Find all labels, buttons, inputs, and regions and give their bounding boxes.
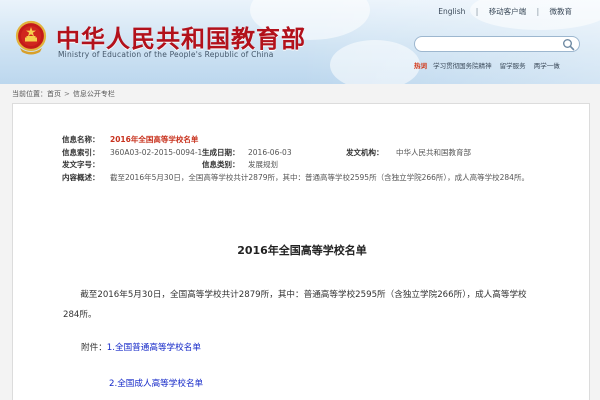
meta-row-docno: 发文字号： 信息类别： 发展规划 bbox=[62, 158, 562, 171]
site-subtitle: Ministry of Education of the People's Re… bbox=[58, 50, 274, 59]
divider: | bbox=[475, 7, 479, 16]
attachment-link-1[interactable]: 1.全国普通高等学校名单 bbox=[107, 343, 201, 353]
search-input[interactable] bbox=[423, 39, 557, 50]
english-link[interactable]: English bbox=[438, 7, 465, 16]
breadcrumb-home-link[interactable]: 首页 bbox=[47, 90, 61, 98]
search-box bbox=[414, 36, 580, 52]
mobile-client-link[interactable]: 移动客户端 bbox=[489, 7, 527, 16]
hot-words: 热词 学习贯彻国务院精神 留学服务 两学一做 bbox=[414, 60, 566, 70]
site-header: 中华人民共和国教育部 Ministry of Education of the … bbox=[0, 0, 600, 84]
search-icon[interactable] bbox=[562, 38, 575, 51]
meta-summary-value: 截至2016年5月30日，全国高等学校共计2879所，其中：普通高等学校2595… bbox=[110, 172, 529, 182]
content-panel: 信息名称： 2016年全国高等学校名单 信息索引： 360A03-02-2015… bbox=[12, 103, 590, 400]
meta-row-summary: 内容概述： 截至2016年5月30日，全国高等学校共计2879所，其中：普通高等… bbox=[62, 171, 562, 184]
meta-summary-key: 内容概述： bbox=[62, 172, 100, 182]
meta-row-index: 信息索引： 360A03-02-2015-0094-1 生成日期： 2016-0… bbox=[62, 146, 562, 159]
site-title[interactable]: 中华人民共和国教育部 bbox=[56, 19, 306, 54]
attachment-row-2: 2.全国成人高等学校名单 bbox=[109, 377, 203, 389]
breadcrumb-info-link[interactable]: 信息公开专栏 bbox=[73, 90, 115, 98]
hot-word-link[interactable]: 两学一做 bbox=[534, 62, 560, 70]
attachment-label: 附件： bbox=[81, 343, 107, 353]
breadcrumb-prefix: 当前位置： bbox=[12, 90, 47, 98]
document-metadata: 信息名称： 2016年全国高等学校名单 信息索引： 360A03-02-2015… bbox=[62, 133, 562, 184]
attachment-link-2[interactable]: 2.全国成人高等学校名单 bbox=[109, 379, 203, 389]
breadcrumb-separator-icon: > bbox=[64, 90, 70, 98]
hot-word-link[interactable]: 留学服务 bbox=[500, 62, 526, 70]
top-links: English | 移动客户端 | 微教育 bbox=[438, 6, 572, 17]
document-title: 2016年全国高等学校名单 bbox=[237, 244, 367, 257]
hot-word-link[interactable]: 学习贯彻国务院精神 bbox=[433, 62, 492, 70]
breadcrumb: 当前位置：首页 > 信息公开专栏 bbox=[12, 89, 115, 99]
divider: | bbox=[536, 7, 540, 16]
wechat-link[interactable]: 微教育 bbox=[550, 7, 573, 16]
attachment-row-1: 附件：1.全国普通高等学校名单 bbox=[81, 341, 201, 353]
national-emblem-icon bbox=[15, 20, 47, 55]
hot-words-label: 热词 bbox=[414, 62, 427, 70]
document-paragraph: 截至2016年5月30日，全国高等学校共计2879所，其中：普通高等学校2595… bbox=[63, 290, 527, 320]
meta-row-title: 信息名称： 2016年全国高等学校名单 bbox=[62, 133, 562, 146]
